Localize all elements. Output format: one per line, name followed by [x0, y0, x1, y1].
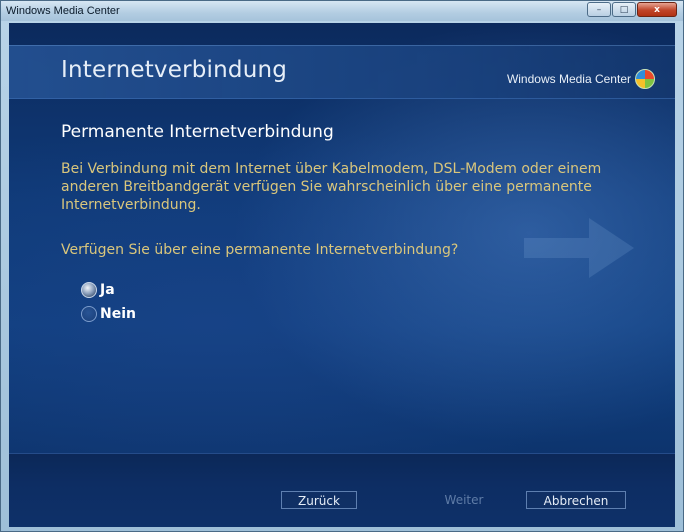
page-title: Internetverbindung: [61, 57, 288, 83]
brand: Windows Media Center: [507, 69, 655, 89]
description-text: Bei Verbindung mit dem Internet über Kab…: [61, 161, 602, 213]
option-nein[interactable]: Nein: [81, 306, 136, 322]
radio-unselected-icon[interactable]: [81, 306, 97, 322]
radio-selected-icon[interactable]: [81, 282, 97, 298]
window-title: Windows Media Center: [6, 5, 120, 17]
windows-logo-icon: [635, 69, 655, 89]
maximize-button[interactable]: □: [612, 2, 636, 17]
option-ja[interactable]: Ja: [81, 282, 115, 298]
option-ja-label: Ja: [100, 282, 115, 298]
close-button[interactable]: x: [637, 2, 677, 17]
option-nein-label: Nein: [100, 306, 136, 322]
next-button: Weiter: [444, 493, 484, 507]
minimize-button[interactable]: –: [587, 2, 611, 17]
section-title: Permanente Internetverbindung: [61, 122, 334, 142]
footer-band: [9, 453, 675, 527]
back-button[interactable]: Zurück: [281, 491, 357, 509]
decorative-arrow-icon: [524, 218, 634, 278]
title-bar[interactable]: Windows Media Center – □ x: [1, 1, 683, 21]
media-center-content: Internetverbindung Windows Media Center …: [9, 23, 675, 527]
brand-label: Windows Media Center: [506, 72, 631, 86]
cancel-button[interactable]: Abbrechen: [526, 491, 626, 509]
question-text: Verfügen Sie über eine permanente Intern…: [61, 242, 459, 258]
window-controls: – □ x: [586, 2, 677, 17]
app-window: Windows Media Center – □ x Internetverbi…: [0, 0, 684, 532]
